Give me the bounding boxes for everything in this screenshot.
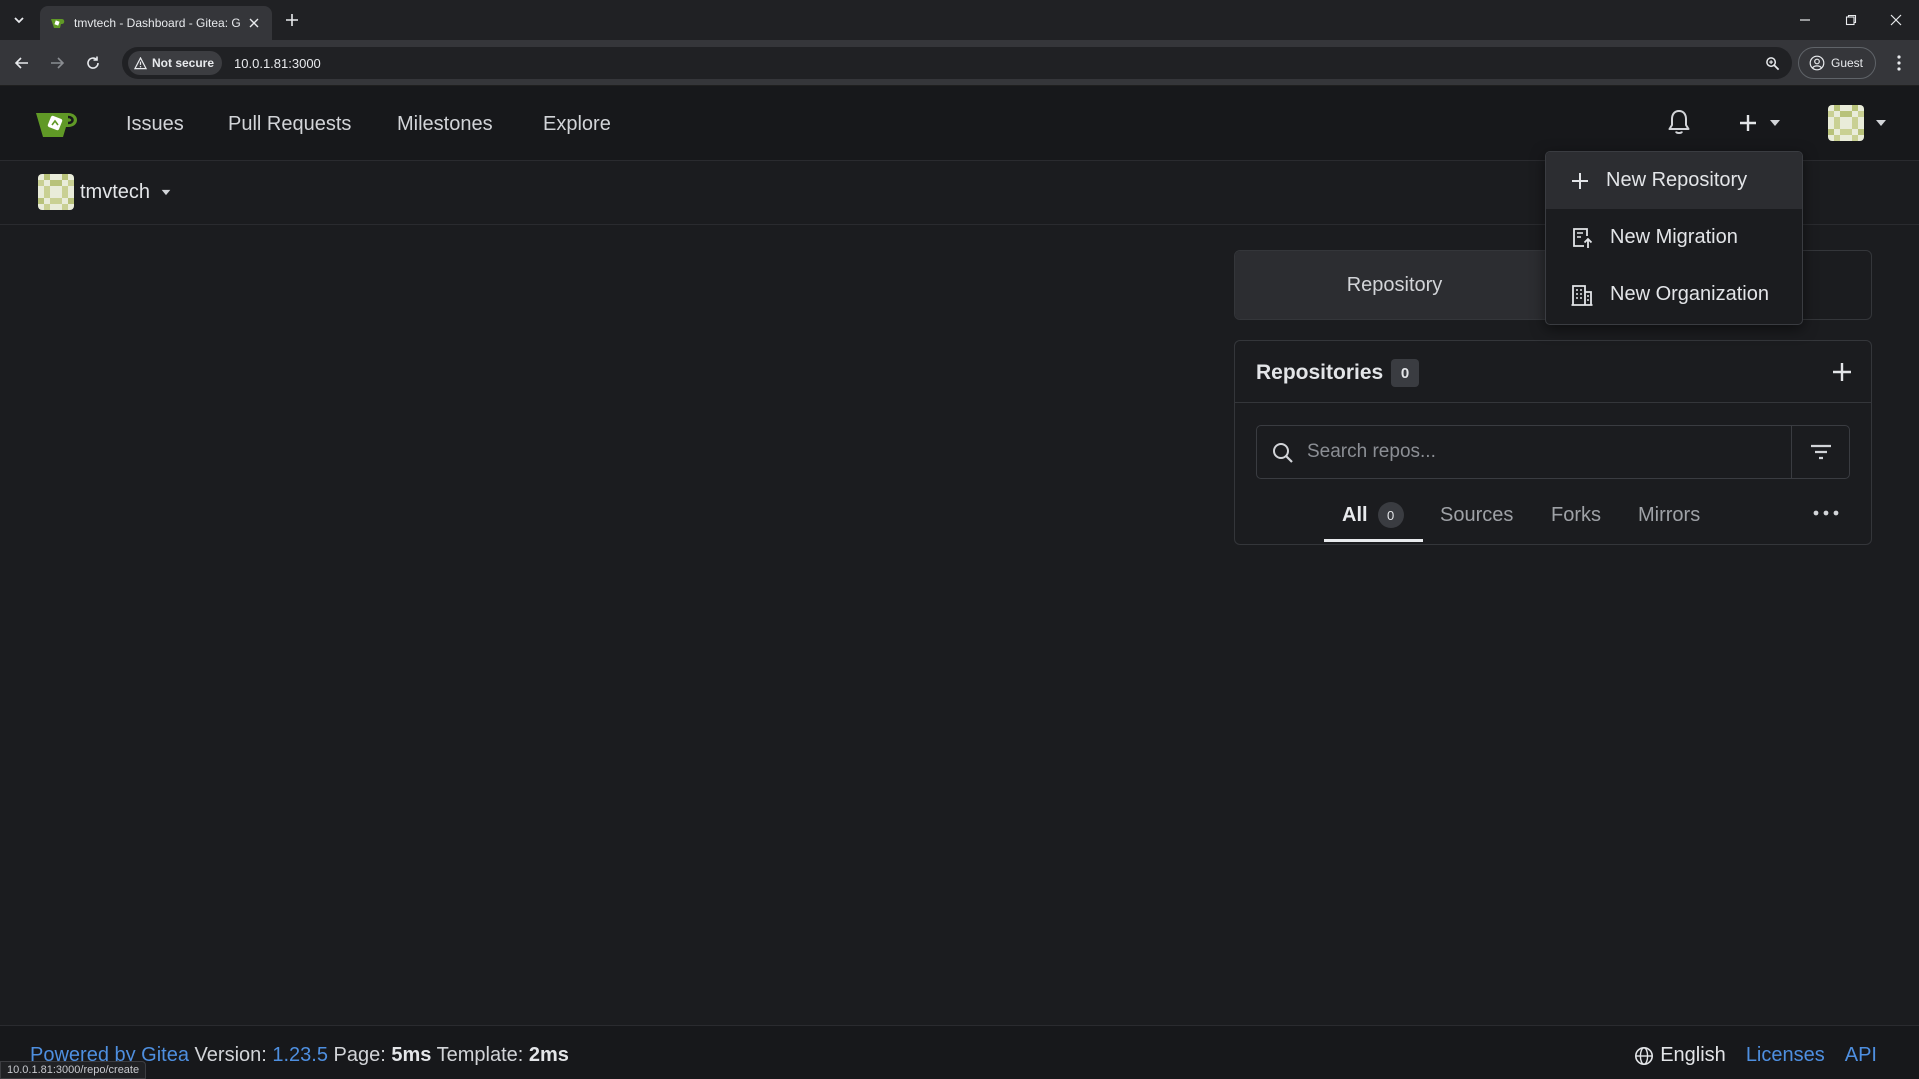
filter-tab-forks[interactable]: Forks (1551, 489, 1601, 541)
kebab-horizontal-icon[interactable] (1811, 503, 1841, 523)
create-dropdown-menu: New Repository New Migration New Organiz… (1545, 151, 1803, 325)
caret-down-icon (1876, 120, 1886, 126)
restore-button[interactable] (1828, 0, 1874, 40)
menu-item-new-repository[interactable]: New Repository (1546, 152, 1802, 209)
plus-icon (286, 14, 298, 26)
active-tab-indicator (1324, 539, 1423, 542)
filter-tab-mirrors[interactable]: Mirrors (1638, 489, 1700, 541)
plus-icon (1572, 172, 1588, 189)
filter-tab-all[interactable]: All 0 (1342, 489, 1404, 541)
create-menu-button[interactable] (1738, 110, 1788, 136)
repositories-title: Repositories (1256, 361, 1384, 384)
new-tab-button[interactable] (282, 10, 302, 30)
tab-title: tmvtech - Dashboard - Gitea: G (74, 16, 241, 30)
page-time-label: Page: (333, 1044, 386, 1066)
tab-repository[interactable]: Repository (1235, 251, 1554, 319)
url-text: 10.0.1.81:3000 (234, 55, 321, 71)
footer: Powered by Gitea Version: 1.23.5 Page: 5… (0, 1025, 1919, 1079)
security-chip[interactable]: Not secure (128, 51, 223, 75)
reload-icon (87, 56, 99, 69)
repositories-panel: Repositories 0 All 0 Sources Forks Mirro… (1234, 340, 1872, 545)
repo-push-icon (1573, 227, 1593, 248)
repo-filter-tabs: All 0 Sources Forks Mirrors (1235, 489, 1871, 545)
caret-down-icon (161, 189, 171, 195)
browser-menu-button[interactable] (1888, 52, 1910, 74)
forward-button[interactable] (45, 51, 69, 75)
menu-item-new-migration[interactable]: New Migration (1546, 209, 1802, 266)
template-time-label: Template: (436, 1044, 524, 1066)
filter-icon (1810, 444, 1831, 460)
filter-tab-sources[interactable]: Sources (1440, 489, 1513, 541)
user-menu-button[interactable] (1828, 104, 1892, 142)
nav-pull-requests[interactable]: Pull Requests (228, 113, 351, 136)
profile-label: Guest (1831, 56, 1864, 70)
profile-button[interactable]: Guest (1798, 47, 1876, 79)
close-window-button[interactable] (1873, 0, 1919, 40)
nav-explore[interactable]: Explore (543, 113, 611, 136)
plus-icon (1740, 115, 1756, 131)
arrow-left-icon (14, 57, 28, 69)
gitea-logo-icon[interactable] (34, 107, 82, 141)
repo-search-input[interactable] (1307, 426, 1787, 478)
repositories-header: Repositories 0 (1235, 341, 1871, 403)
version-label: Version: (194, 1044, 267, 1066)
warning-icon (134, 56, 147, 69)
address-bar[interactable]: Not secure 10.0.1.81:3000 (122, 47, 1792, 79)
minimize-button[interactable] (1782, 0, 1828, 40)
menu-item-new-organization[interactable]: New Organization (1546, 266, 1802, 323)
browser-tabstrip: tmvtech - Dashboard - Gitea: G (0, 0, 1919, 40)
footer-links: English Licenses API (1634, 1044, 1877, 1067)
repo-search-box (1256, 425, 1850, 479)
language-label: English (1660, 1044, 1726, 1066)
kebab-vertical-icon (1897, 55, 1901, 71)
restore-icon (1845, 14, 1857, 26)
filter-count-badge: 0 (1377, 502, 1404, 528)
status-bar-url: 10.0.1.81:3000/repo/create (0, 1061, 147, 1079)
zoom-button[interactable] (1762, 53, 1782, 73)
menu-item-label: New Migration (1610, 226, 1738, 248)
menu-item-label: New Organization (1610, 283, 1769, 305)
filter-tab-label: All (1342, 503, 1368, 526)
arrow-right-icon (51, 57, 65, 69)
avatar (1828, 105, 1864, 141)
nav-milestones[interactable]: Milestones (397, 113, 493, 136)
context-username: tmvtech (80, 180, 151, 203)
gitea-favicon-icon (51, 19, 65, 28)
template-time-value: 2ms (528, 1044, 569, 1066)
page-time-value: 5ms (391, 1044, 432, 1066)
browser-toolbar: Not secure 10.0.1.81:3000 Guest (0, 40, 1919, 86)
tab-search-button[interactable] (6, 8, 32, 32)
avatar (38, 174, 74, 210)
caret-down-icon (1770, 120, 1780, 126)
reload-button[interactable] (81, 51, 105, 75)
gitea-navbar: Issues Pull Requests Milestones Explore (0, 86, 1919, 161)
menu-item-label: New Repository (1606, 169, 1748, 191)
minimize-icon (1800, 19, 1810, 21)
language-selector[interactable]: English (1634, 1044, 1726, 1067)
nav-issues[interactable]: Issues (126, 113, 184, 136)
browser-tab-active[interactable]: tmvtech - Dashboard - Gitea: G (40, 6, 272, 40)
profile-icon (1809, 55, 1825, 71)
repo-filter-button[interactable] (1791, 426, 1849, 478)
bell-icon[interactable] (1666, 108, 1692, 136)
security-label: Not secure (152, 56, 215, 70)
version-link[interactable]: 1.23.5 (272, 1044, 328, 1066)
tab-close-icon[interactable] (246, 15, 262, 31)
add-repository-button[interactable] (1829, 359, 1855, 385)
globe-icon (1635, 1046, 1654, 1065)
close-icon (1890, 14, 1902, 26)
chevron-down-icon (14, 17, 24, 24)
licenses-link[interactable]: Licenses (1746, 1044, 1825, 1067)
context-user-switcher[interactable]: tmvtech (38, 174, 172, 210)
organization-icon (1571, 284, 1593, 306)
search-icon (1273, 443, 1293, 463)
api-link[interactable]: API (1845, 1044, 1877, 1067)
back-button[interactable] (10, 51, 34, 75)
zoom-icon (1765, 56, 1779, 70)
repositories-count-badge: 0 (1391, 359, 1419, 387)
